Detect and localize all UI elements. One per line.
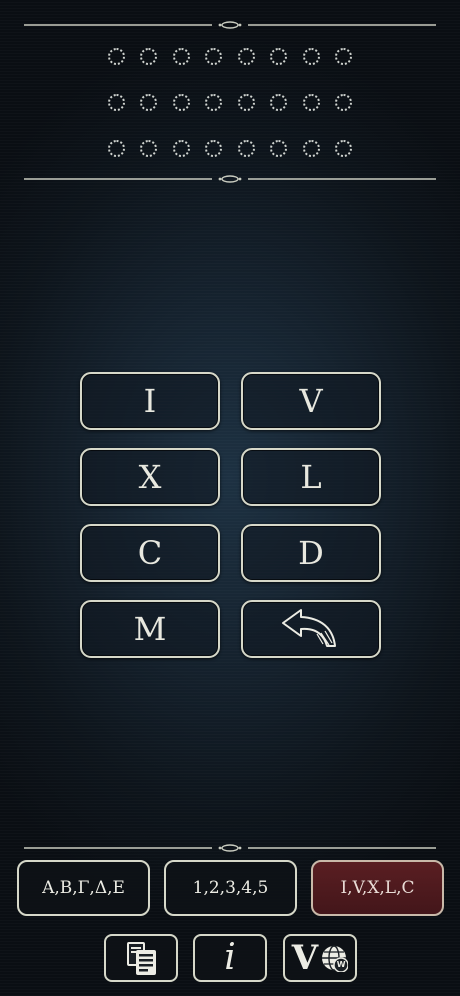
display-bottom-ornament-divider — [22, 174, 438, 184]
empty-slot-indicator — [173, 48, 190, 65]
empty-slot-indicator — [270, 94, 287, 111]
empty-slot-indicator — [238, 140, 255, 157]
empty-slot-indicator — [335, 94, 352, 111]
mode-roman-button[interactable]: I,V,X,L,C — [311, 860, 444, 916]
numeral-display-grid — [104, 44, 356, 166]
empty-slot-indicator — [173, 94, 190, 111]
empty-slot-indicator — [108, 94, 125, 111]
empty-slot-indicator — [270, 140, 287, 157]
top-ornament-divider — [22, 20, 438, 30]
empty-slot-indicator — [173, 140, 190, 157]
undo-button[interactable] — [241, 600, 381, 658]
empty-slot-indicator — [303, 94, 320, 111]
key-m[interactable]: M — [80, 600, 220, 658]
mode-greek-button[interactable]: A,B,Γ,Δ,E — [17, 860, 150, 916]
globe-badge-letter: W — [336, 959, 346, 969]
empty-slot-indicator — [108, 140, 125, 157]
logo-letter: V — [291, 938, 319, 978]
empty-slot-indicator — [238, 94, 255, 111]
key-x[interactable]: X — [80, 448, 220, 506]
key-c[interactable]: C — [80, 524, 220, 582]
empty-slot-indicator — [238, 48, 255, 65]
copy-button[interactable] — [104, 934, 178, 982]
copy-documents-icon — [127, 942, 156, 975]
empty-slot-indicator — [205, 48, 222, 65]
empty-slot-indicator — [205, 94, 222, 111]
empty-slot-indicator — [335, 48, 352, 65]
key-l[interactable]: L — [241, 448, 381, 506]
empty-slot-indicator — [303, 48, 320, 65]
key-i[interactable]: I — [80, 372, 220, 430]
empty-slot-indicator — [140, 94, 157, 111]
display-row — [104, 140, 356, 162]
empty-slot-indicator — [205, 140, 222, 157]
display-row — [104, 48, 356, 70]
roman-numeral-app: I V X L C D M A,B,Γ,Δ,E 1,2,3,4,5 I,V,X,… — [0, 0, 460, 996]
empty-slot-indicator — [108, 48, 125, 65]
empty-slot-indicator — [140, 48, 157, 65]
display-row — [104, 94, 356, 116]
info-button[interactable]: i — [193, 934, 267, 982]
globe-icon: W — [320, 944, 349, 972]
mode-arabic-button[interactable]: 1,2,3,4,5 — [164, 860, 297, 916]
empty-slot-indicator — [140, 140, 157, 157]
info-icon: i — [224, 937, 236, 978]
key-v[interactable]: V — [241, 372, 381, 430]
curved-back-arrow-icon — [282, 609, 336, 647]
bottom-ornament-divider — [22, 843, 438, 853]
empty-slot-indicator — [270, 48, 287, 65]
empty-slot-indicator — [303, 140, 320, 157]
empty-slot-indicator — [335, 140, 352, 157]
key-d[interactable]: D — [241, 524, 381, 582]
website-button[interactable]: V W — [283, 934, 357, 982]
